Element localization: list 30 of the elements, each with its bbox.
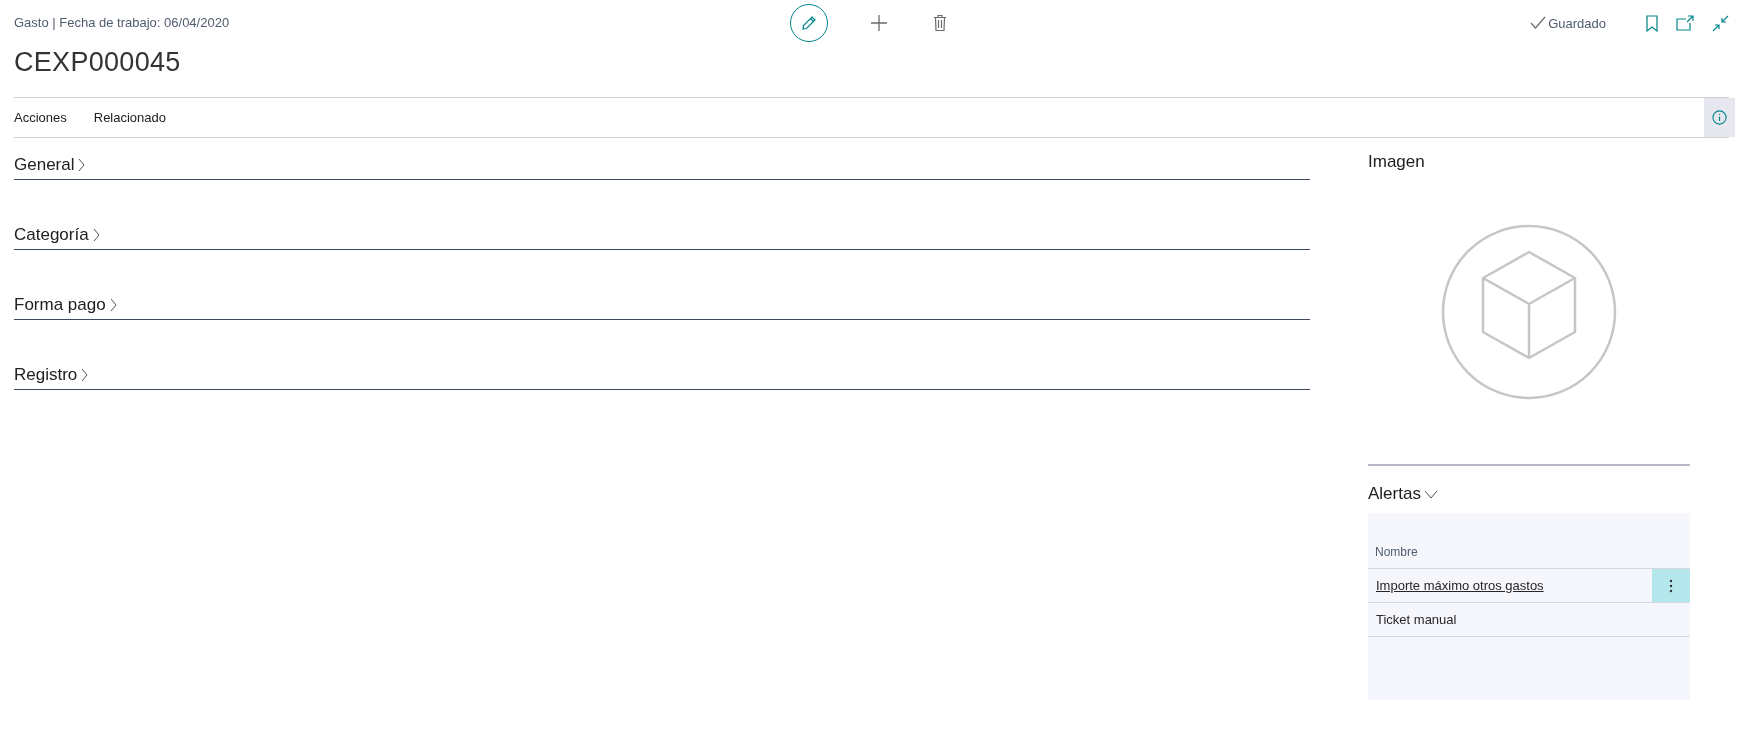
- collapse-icon[interactable]: [1712, 14, 1729, 32]
- edit-button[interactable]: [790, 4, 828, 42]
- section-header[interactable]: Categoría: [14, 225, 1310, 250]
- record-title: CEXP000045: [14, 47, 181, 78]
- action-menu-item[interactable]: Acciones: [14, 98, 67, 137]
- open-window-icon[interactable]: [1676, 15, 1694, 31]
- plus-icon[interactable]: [870, 14, 888, 32]
- pencil-icon: [801, 15, 817, 31]
- section-header[interactable]: Forma pago: [14, 295, 1310, 320]
- image-heading: Imagen: [1368, 152, 1426, 172]
- more-icon: [1669, 578, 1673, 593]
- chevron-icon: [77, 158, 87, 172]
- action-menu-item[interactable]: Relacionado: [93, 98, 167, 137]
- chevron-icon: [1423, 489, 1438, 499]
- alert-name[interactable]: Importe máximo otros gastos: [1368, 569, 1652, 602]
- alerts-header[interactable]: Alertas: [1368, 484, 1438, 504]
- save-status: Guardado: [1548, 15, 1606, 31]
- cube-placeholder-icon: [1439, 222, 1619, 402]
- page-caption: Gasto | Fecha de trabajo: 06/04/2020: [14, 15, 230, 30]
- bookmark-icon[interactable]: [1646, 14, 1658, 32]
- alert-name[interactable]: Ticket manual: [1368, 603, 1690, 636]
- chevron-icon: [80, 368, 90, 382]
- section-header[interactable]: Registro: [14, 365, 1310, 390]
- info-icon: [1712, 110, 1727, 125]
- trash-icon[interactable]: [933, 14, 947, 32]
- chevron-icon: [91, 228, 101, 242]
- chevron-icon: [108, 298, 118, 312]
- section-header[interactable]: General: [14, 155, 1310, 180]
- info-button[interactable]: [1704, 98, 1735, 137]
- checkmark-icon: [1530, 16, 1547, 30]
